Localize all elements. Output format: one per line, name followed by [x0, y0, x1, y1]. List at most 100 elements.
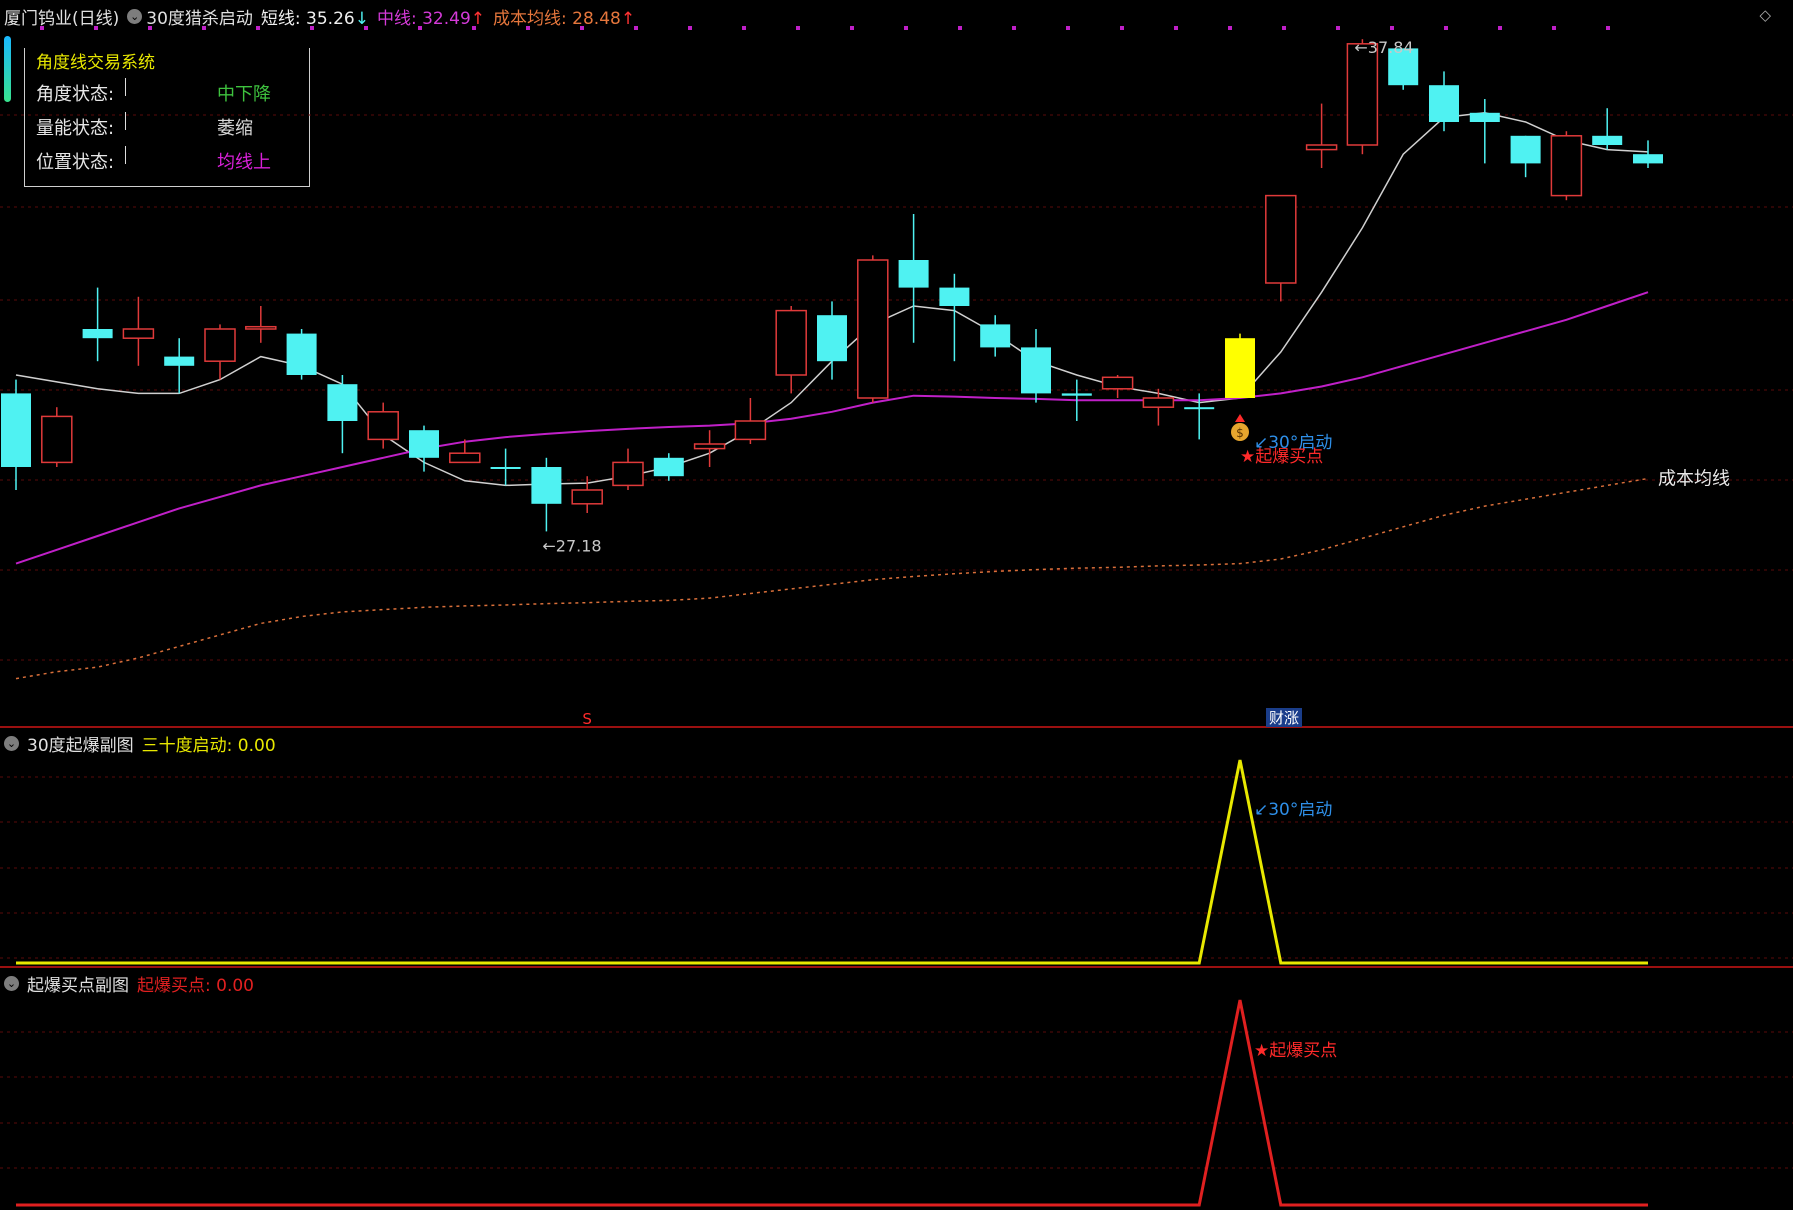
signal-dot	[256, 26, 260, 30]
down-candle	[327, 375, 358, 454]
signal-dot	[1282, 26, 1286, 30]
sub1-peak-label: ↙30°启动	[1254, 800, 1332, 820]
candle-body	[1142, 397, 1175, 408]
candle-body	[1305, 144, 1338, 151]
signal-dot	[1336, 26, 1340, 30]
signal-dot	[1606, 26, 1610, 30]
cost-line-end-label: 成本均线	[1658, 469, 1730, 490]
signal-dot	[904, 26, 908, 30]
down-candle	[939, 273, 970, 362]
down-candle	[286, 329, 317, 380]
high-price-label: ←37.84	[1354, 38, 1413, 57]
up-candle	[1101, 375, 1134, 398]
signal-dot	[310, 26, 314, 30]
sub1-line-series	[16, 759, 1648, 965]
up-arrow-icon	[1235, 414, 1245, 422]
up-candle	[612, 448, 644, 490]
signal-candle	[1225, 333, 1255, 398]
up-candle	[734, 398, 767, 444]
signal-dot	[796, 26, 800, 30]
candle-body	[204, 328, 236, 362]
candle-body	[367, 411, 399, 441]
signal-dot	[1066, 26, 1070, 30]
candle-body	[1592, 135, 1623, 145]
down-candle	[653, 453, 684, 481]
candle-body	[122, 328, 155, 339]
candle-body	[1061, 393, 1092, 396]
signal-dot	[688, 26, 692, 30]
candle-body	[245, 325, 277, 330]
chart-canvas[interactable]: ←37.84←27.18成本均线$ ↙30°启动★起爆买点S 财涨↙30°启动★起爆…	[0, 0, 1793, 1210]
buy-marker: 财涨	[1269, 709, 1299, 727]
short-line-series	[15, 112, 1649, 487]
signal-dot	[1552, 26, 1556, 30]
signal-dot	[1120, 26, 1124, 30]
candle-body	[41, 415, 73, 464]
down-candle	[1429, 71, 1459, 132]
cost-line-series	[15, 477, 1649, 680]
candle-body	[1346, 43, 1379, 146]
buy-point-label: ★起爆买点	[1240, 447, 1323, 467]
down-candle	[1, 379, 31, 490]
candle-body	[734, 420, 767, 441]
signal-dot	[418, 26, 422, 30]
signal-dot	[1390, 26, 1394, 30]
candle-body	[449, 452, 481, 464]
candle-body	[1021, 347, 1051, 394]
gridlines	[0, 26, 1793, 1169]
candle-body	[1265, 194, 1297, 284]
signal-dot	[958, 26, 962, 30]
signal-dot	[526, 26, 530, 30]
sub2-peak-label: ★起爆买点	[1254, 1041, 1337, 1061]
candle-body	[571, 489, 603, 505]
up-candle	[693, 430, 726, 467]
down-candle	[82, 287, 113, 362]
candle-body	[775, 309, 807, 376]
candle-body	[1184, 407, 1215, 410]
signal-dot	[472, 26, 476, 30]
up-candle	[204, 324, 236, 380]
low-price-label: ←27.18	[542, 536, 601, 555]
signal-dot	[40, 26, 44, 30]
down-candle	[1592, 108, 1623, 150]
signal-dot	[1444, 26, 1448, 30]
candle-body	[1225, 338, 1255, 398]
sell-marker: S	[582, 710, 592, 728]
up-candle	[245, 306, 277, 343]
up-candle	[1142, 388, 1175, 426]
down-candle	[817, 301, 847, 380]
signal-dot	[742, 26, 746, 30]
money-bag-glyph: $	[1236, 426, 1244, 440]
down-candle	[531, 457, 562, 532]
candle-body	[1429, 85, 1459, 122]
down-candle	[1021, 329, 1051, 403]
down-candle	[980, 315, 1011, 357]
candle-body	[939, 287, 970, 306]
candle-body	[817, 315, 847, 362]
up-candle	[122, 296, 155, 366]
signal-dot	[94, 26, 98, 30]
signal-dot	[202, 26, 206, 30]
signal-dot	[364, 26, 368, 30]
up-candle	[1265, 194, 1297, 302]
candle-body	[531, 467, 562, 504]
signal-dot	[634, 26, 638, 30]
up-candle	[1305, 103, 1338, 168]
candle-body	[1510, 135, 1541, 164]
signal-dot	[580, 26, 584, 30]
down-candle	[409, 425, 439, 472]
up-candle	[1550, 131, 1583, 201]
up-candle	[857, 255, 889, 403]
up-candle	[41, 407, 73, 467]
candle-body	[693, 443, 726, 450]
signal-dot	[1228, 26, 1232, 30]
candle-body	[1469, 112, 1500, 122]
up-candle	[775, 306, 807, 394]
candle-body	[1550, 135, 1583, 197]
candle-body	[164, 356, 195, 366]
down-candle	[164, 338, 195, 394]
candle-body	[1101, 376, 1134, 390]
sub2-line-series	[16, 999, 1648, 1207]
candle-body	[286, 333, 317, 375]
down-candle	[1633, 140, 1663, 168]
